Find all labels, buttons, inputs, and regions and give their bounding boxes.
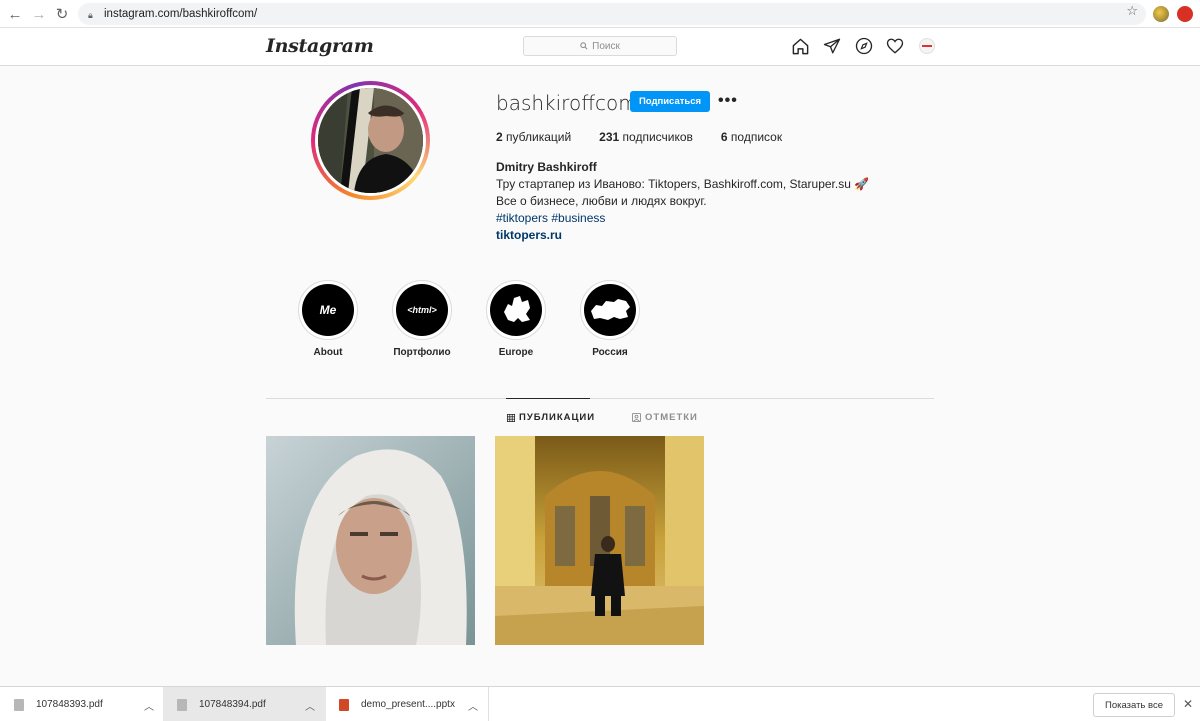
instagram-header: Instagram Поиск: [0, 28, 1200, 66]
highlight-label: Europe: [498, 347, 534, 358]
download-filename: 107848394.pdf: [199, 699, 266, 710]
close-icon[interactable]: ✕: [1183, 697, 1193, 711]
highlight-russia[interactable]: Россия: [570, 280, 650, 358]
forward-icon[interactable]: →: [28, 3, 50, 25]
post-photo: [266, 436, 475, 645]
home-icon[interactable]: [791, 37, 810, 56]
tab-label: ПУБЛИКАЦИИ: [519, 412, 596, 423]
highlight-portfolio[interactable]: <html> Портфолио: [382, 280, 462, 358]
url-text: instagram.com/bashkiroffcom/: [104, 8, 258, 20]
bio-line: Тру стартапер из Иваново: Tiktopers, Bas…: [496, 177, 870, 191]
file-icon: [14, 698, 24, 711]
post-photo: [495, 436, 704, 645]
direct-messages-icon[interactable]: [823, 37, 841, 55]
posts-count: 2 публикаций: [496, 130, 572, 144]
profile-full-name: Dmitry Bashkiroff: [496, 160, 597, 174]
file-icon: [339, 698, 349, 711]
chevron-up-icon[interactable]: ︿: [468, 698, 478, 713]
download-filename: 107848393.pdf: [36, 699, 103, 710]
highlight-cover: <html>: [396, 284, 448, 336]
profile-avatar[interactable]: [311, 81, 430, 200]
bookmark-star-icon[interactable]: ☆: [1126, 3, 1138, 19]
more-options-icon[interactable]: •••: [718, 92, 738, 110]
back-icon[interactable]: ←: [4, 3, 26, 25]
avatar-photo: [318, 88, 423, 193]
highlight-label: Портфолио: [393, 347, 451, 358]
profile-bio: Dmitry Bashkiroff Тру стартапер из Ивано…: [496, 159, 869, 244]
russia-map-icon: [584, 284, 636, 336]
highlight-about[interactable]: Me About: [288, 280, 368, 358]
profile-stats: 2 публикаций 231 подписчиков 6 подписок: [496, 130, 810, 144]
show-all-downloads-button[interactable]: Показать все: [1093, 693, 1175, 717]
file-icon: [177, 698, 187, 711]
following-count[interactable]: 6 подписок: [721, 130, 782, 144]
tab-tagged[interactable]: ОТМЕТКИ: [632, 412, 698, 423]
search-placeholder: Поиск: [592, 40, 620, 52]
follow-button[interactable]: Подписаться: [630, 91, 710, 112]
highlight-europe[interactable]: Europe: [476, 280, 556, 358]
profile-website-link[interactable]: tiktopers.ru: [496, 227, 869, 244]
browser-toolbar: ← → ↻ 🔒︎ instagram.com/bashkiroffcom/ ☆: [0, 0, 1200, 28]
chevron-up-icon[interactable]: ︿: [144, 698, 154, 713]
lock-icon: 🔒︎: [88, 9, 93, 20]
active-tab-indicator: [506, 398, 590, 399]
tab-posts[interactable]: ПУБЛИКАЦИИ: [507, 412, 595, 423]
bio-line: Все о бизнесе, любви и людях вокруг.: [496, 194, 707, 208]
followers-count[interactable]: 231 подписчиков: [599, 130, 693, 144]
explore-icon[interactable]: [855, 37, 873, 55]
post-thumbnail[interactable]: [495, 436, 704, 645]
download-item[interactable]: demo_present....pptx: [327, 687, 489, 721]
grid-icon: [507, 413, 515, 422]
tab-label: ОТМЕТКИ: [645, 412, 698, 423]
download-filename: demo_present....pptx: [361, 699, 455, 710]
post-thumbnail[interactable]: [266, 436, 475, 645]
profile-avatar-icon[interactable]: [919, 38, 935, 54]
profile-username: bashkiroffcom: [496, 91, 638, 115]
activity-heart-icon[interactable]: [886, 37, 904, 55]
highlight-label: About: [313, 347, 343, 358]
chevron-up-icon[interactable]: ︿: [305, 698, 315, 713]
address-bar[interactable]: 🔒︎ instagram.com/bashkiroffcom/: [78, 3, 1146, 25]
download-item[interactable]: 107848394.pdf: [163, 687, 326, 721]
highlight-cover: Me: [302, 284, 354, 336]
tabs-divider: [266, 398, 934, 399]
downloads-bar: 107848393.pdf ︿ 107848394.pdf ︿ demo_pre…: [0, 686, 1200, 721]
reload-icon[interactable]: ↻: [51, 3, 73, 25]
tagged-icon: [632, 413, 641, 422]
instagram-logo[interactable]: Instagram: [266, 35, 374, 57]
search-input[interactable]: Поиск: [523, 36, 677, 56]
search-icon: [580, 42, 588, 50]
extension-icon[interactable]: [1153, 6, 1169, 22]
highlight-label: Россия: [592, 347, 628, 358]
europe-map-icon: [490, 284, 542, 336]
download-item[interactable]: 107848393.pdf: [0, 687, 162, 721]
bio-hashtags[interactable]: #tiktopers #business: [496, 210, 869, 227]
profile-icon[interactable]: [1177, 6, 1193, 22]
